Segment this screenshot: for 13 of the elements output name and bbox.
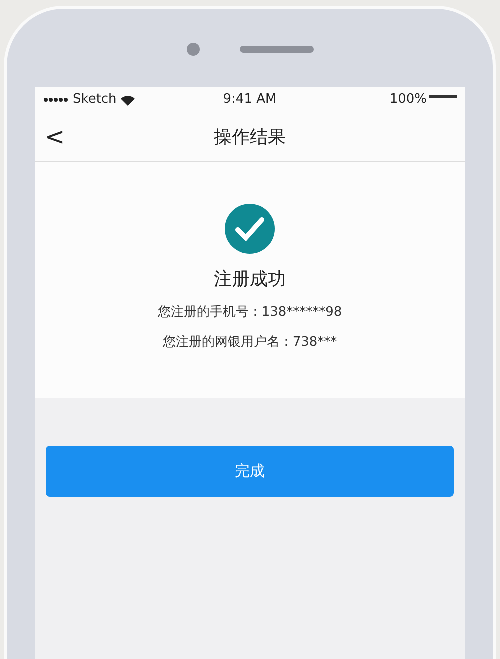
battery-text: 100% <box>390 91 427 110</box>
result-detail: 您注册的手机号：138******98 <box>158 304 342 322</box>
camera-icon <box>186 42 200 56</box>
back-button[interactable]: < <box>45 119 65 155</box>
check-icon <box>225 204 275 254</box>
speaker-icon <box>240 46 314 52</box>
status-time: 9:41 AM <box>222 91 278 110</box>
signal-icon <box>43 97 69 103</box>
result-title: 注册成功 <box>214 268 286 292</box>
page-title: 操作结果 <box>214 126 286 150</box>
carrier-text: Sketch <box>73 91 117 110</box>
wifi-icon <box>120 94 135 106</box>
result-detail: 您注册的网银用户名：738*** <box>162 334 338 352</box>
